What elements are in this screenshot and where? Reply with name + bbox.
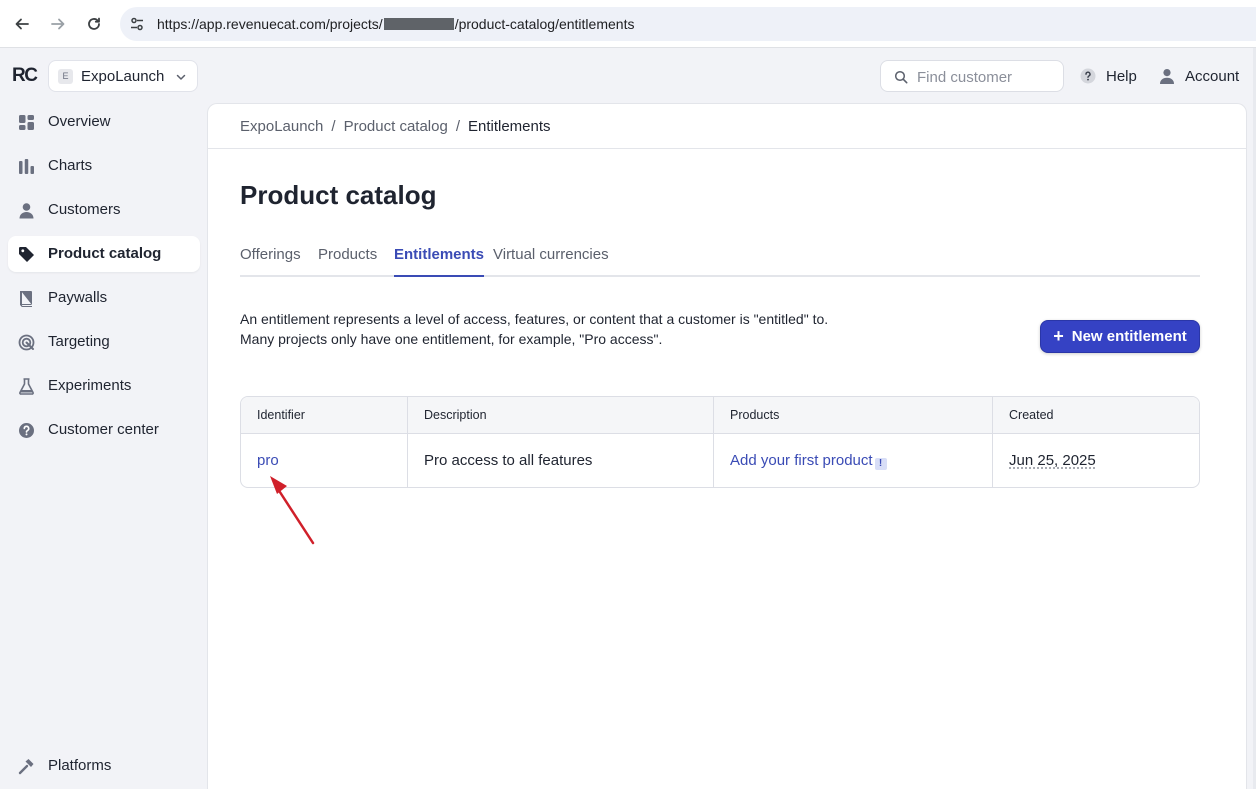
- project-selector[interactable]: E ExpoLaunch: [48, 60, 198, 92]
- hammer-icon: [18, 759, 34, 775]
- sidebar-item-customers[interactable]: Customers: [8, 192, 200, 228]
- redacted-project-id: [383, 18, 454, 30]
- sidebar-item-label: Charts: [48, 157, 93, 174]
- add-first-product-link[interactable]: Add your first product!: [730, 452, 887, 470]
- column-header-label: Description: [424, 408, 487, 422]
- sidebar-item-label: Experiments: [48, 377, 132, 394]
- sidebar-item-overview[interactable]: Overview: [8, 104, 200, 140]
- grid-icon: [19, 115, 34, 130]
- help-label: Help: [1106, 67, 1137, 85]
- search-input[interactable]: [917, 67, 1057, 87]
- revenuecat-logo[interactable]: RC: [12, 65, 38, 87]
- search-icon: [894, 70, 908, 84]
- arrow-right-icon: [51, 18, 65, 30]
- help-circle-icon: [1080, 68, 1096, 84]
- forward-button[interactable]: [46, 12, 70, 36]
- entitlement-description-cell: Pro access to all features: [424, 452, 593, 469]
- user-icon: [1160, 69, 1174, 84]
- add-product-label: Add your first product: [730, 452, 873, 469]
- chevron-down-icon: [176, 74, 186, 80]
- entitlement-description: An entitlement represents a level of acc…: [240, 309, 828, 349]
- column-header: Products: [714, 397, 993, 433]
- table-header: Identifier Description Products Created: [241, 397, 1199, 434]
- account-menu[interactable]: Account: [1159, 64, 1239, 88]
- project-name: ExpoLaunch: [81, 68, 165, 85]
- breadcrumb-current: Entitlements: [467, 118, 551, 135]
- sidebar-item-experiments[interactable]: Experiments: [8, 368, 200, 404]
- entitlement-identifier-link[interactable]: pro: [257, 452, 279, 469]
- address-bar[interactable]: https://app.revenuecat.com/projects/ /pro…: [120, 7, 1256, 41]
- warning-icon: !: [874, 458, 887, 470]
- site-settings-icon[interactable]: [128, 15, 146, 33]
- entitlements-table: Identifier Description Products Created …: [240, 396, 1200, 488]
- column-header-label: Identifier: [257, 408, 305, 422]
- customer-search[interactable]: [880, 60, 1064, 92]
- description-line: An entitlement represents a level of acc…: [240, 311, 829, 327]
- sidebar-item-label: Product catalog: [48, 245, 162, 262]
- breadcrumb-product-catalog[interactable]: Product catalog: [344, 118, 448, 135]
- catalog-tabs: Offerings Products Entitlements Virtual …: [240, 242, 1200, 277]
- table-row[interactable]: pro Pro access to all features Add your …: [241, 434, 1199, 487]
- target-icon: [18, 334, 35, 351]
- help-link[interactable]: Help: [1080, 64, 1137, 88]
- annotation-arrow-icon: [270, 476, 315, 545]
- back-button[interactable]: [10, 12, 34, 36]
- created-date: Jun 25, 2025: [1009, 452, 1096, 469]
- url-text: https://app.revenuecat.com/projects/ /pro…: [157, 16, 634, 32]
- sidebar-item-label: Targeting: [48, 333, 110, 350]
- breadcrumb-project[interactable]: ExpoLaunch: [240, 118, 323, 135]
- sidebar-item-label: Overview: [48, 113, 111, 130]
- flask-icon: [19, 378, 34, 395]
- column-header: Created: [993, 397, 1199, 433]
- column-header: Identifier: [241, 397, 408, 433]
- reload-button[interactable]: [82, 12, 106, 36]
- account-label: Account: [1185, 67, 1240, 85]
- table-cell: Jun 25, 2025: [993, 434, 1199, 487]
- sidebar-item-label: Paywalls: [48, 289, 108, 306]
- tab-virtual-currencies[interactable]: Virtual currencies: [493, 246, 609, 277]
- sidebar: RC E ExpoLaunch Overview Charts Customer…: [0, 48, 207, 789]
- help-circle-icon: [19, 423, 34, 438]
- project-badge: E: [58, 69, 73, 84]
- new-entitlement-button[interactable]: + New entitlement: [1040, 320, 1200, 353]
- bar-chart-icon: [19, 159, 34, 174]
- sidebar-item-customer-center[interactable]: Customer center: [8, 412, 200, 448]
- person-icon: [19, 203, 34, 219]
- description-line: Many projects only have one entitlement,…: [240, 331, 663, 347]
- sidebar-item-platforms[interactable]: Platforms: [8, 748, 200, 784]
- url-prefix: https://app.revenuecat.com/projects/: [157, 16, 383, 32]
- sidebar-item-paywalls[interactable]: Paywalls: [8, 280, 200, 316]
- tab-products[interactable]: Products: [318, 246, 377, 277]
- tab-offerings[interactable]: Offerings: [240, 246, 301, 277]
- plus-icon: +: [1053, 326, 1064, 346]
- sidebar-item-product-catalog[interactable]: Product catalog: [8, 236, 200, 272]
- book-icon: [20, 291, 32, 307]
- main-panel: ExpoLaunch / Product catalog / Entitlements …: [207, 103, 1247, 789]
- new-entitlement-label: New entitlement: [1071, 328, 1187, 345]
- column-header-label: Created: [1009, 408, 1054, 422]
- divider: [208, 148, 1246, 149]
- sidebar-item-charts[interactable]: Charts: [8, 148, 200, 184]
- sidebar-item-label: Platforms: [48, 757, 112, 774]
- column-header-label: Products: [730, 408, 780, 422]
- tag-icon: [19, 247, 34, 262]
- page-title: Product catalog: [240, 180, 437, 210]
- column-header: Description: [408, 397, 714, 433]
- arrow-left-icon: [15, 18, 29, 30]
- url-suffix: /product-catalog/entitlements: [454, 16, 635, 32]
- table-cell: Pro access to all features: [408, 434, 714, 487]
- breadcrumb-separator: /: [331, 118, 336, 135]
- table-cell: Add your first product!: [714, 434, 993, 487]
- tab-entitlements[interactable]: Entitlements: [394, 246, 485, 277]
- sidebar-item-label: Customers: [48, 201, 121, 218]
- sidebar-item-label: Customer center: [48, 421, 159, 438]
- reload-icon: [88, 17, 100, 30]
- breadcrumb-separator: /: [455, 118, 460, 135]
- sidebar-item-targeting[interactable]: Targeting: [8, 324, 200, 360]
- browser-toolbar: https://app.revenuecat.com/projects/ /pro…: [0, 0, 1256, 48]
- breadcrumb: ExpoLaunch / Product catalog / Entitlements: [240, 118, 551, 135]
